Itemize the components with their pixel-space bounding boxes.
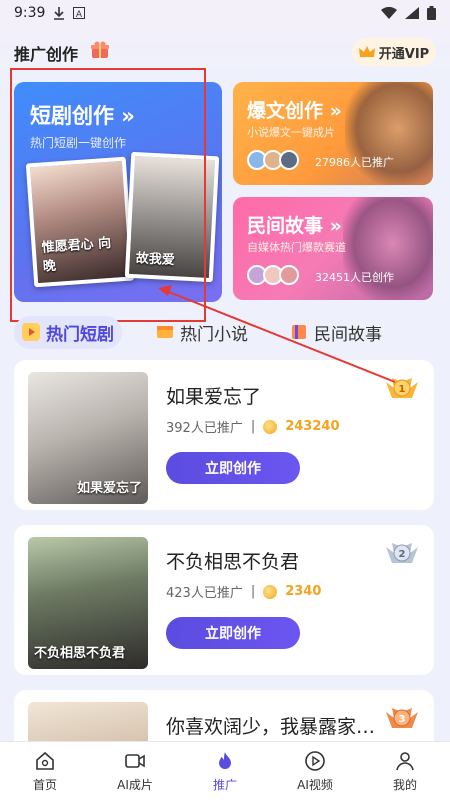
nav-promote[interactable]: 推广 (180, 742, 270, 800)
drama-cover-image: 如果爱忘了 (28, 372, 148, 504)
tab-folk-story[interactable]: 民间故事 (282, 316, 390, 349)
story-card-title: 民间故事 » (247, 215, 342, 237)
nav-mine[interactable]: 我的 (360, 742, 450, 800)
nav-home[interactable]: 首页 (0, 742, 90, 800)
tab-label: 热门小说 (180, 324, 248, 345)
coin-icon (263, 584, 278, 599)
item-title: 你喜欢阔少，我暴露家… (166, 716, 376, 738)
story-card-subtitle: 自媒体热门爆款赛道 (247, 241, 346, 254)
user-icon (396, 751, 414, 770)
gift-icon (91, 41, 109, 58)
nav-label: AI成片 (117, 777, 153, 792)
rank-number: 1 (399, 384, 406, 395)
drama-cover-image: 不负相思不负君 (28, 537, 148, 669)
nav-label: 首页 (32, 777, 57, 792)
avatar-group (247, 265, 299, 285)
coin-value: 243240 (285, 419, 340, 434)
drama-card-title: 短剧创作 » (30, 104, 135, 128)
poster-caption: 故我爱 (135, 251, 176, 269)
rank-1-badge-icon: 1 (386, 378, 418, 398)
nav-label: 我的 (392, 777, 417, 792)
video-icon (125, 753, 145, 768)
play-icon (22, 323, 40, 341)
scroll-icon (292, 325, 306, 339)
nav-label: 推广 (212, 777, 237, 792)
article-count: 27986人已推广 (315, 156, 394, 169)
tab-label: 民间故事 (314, 324, 382, 345)
open-vip-button[interactable]: 开通VIP (352, 38, 436, 66)
rank-3-badge-icon: 3 (386, 708, 418, 728)
header: 推广创作 开通VIP (0, 26, 450, 76)
story-create-card[interactable]: 民间故事 » 自媒体热门爆款赛道 32451人已创作 (233, 197, 433, 300)
wifi-icon (381, 7, 397, 19)
bottom-nav: 首页 AI成片 推广 AI视频 我的 (0, 741, 450, 800)
status-bar: 9:39 A (0, 0, 450, 26)
article-card-title: 爆文创作 » (247, 100, 342, 122)
avatar-group (247, 150, 299, 170)
battery-icon (427, 6, 436, 20)
list-item[interactable]: 不负相思不负君 不负相思不负君 423人已推广 | 2340 立即创作 2 (14, 525, 434, 675)
crown-icon (358, 46, 375, 57)
create-now-button[interactable]: 立即创作 (166, 617, 300, 649)
tab-label: 热门短剧 (46, 324, 114, 345)
avatar (279, 150, 299, 170)
tab-hot-drama[interactable]: 热门短剧 (14, 315, 122, 349)
rank-2-badge-icon: 2 (386, 543, 418, 563)
tab-hot-novel[interactable]: 热门小说 (148, 316, 256, 349)
article-create-card[interactable]: 爆文创作 » 小说爆文一键成片 27986人已推广 (233, 82, 433, 185)
promoted-count: 423人已推广 (166, 586, 243, 601)
rank-number: 2 (399, 549, 406, 560)
nav-ai-video[interactable]: AI视频 (270, 742, 360, 800)
cover-caption: 如果爱忘了 (76, 481, 142, 496)
item-meta: 392人已推广 | 243240 (166, 417, 340, 436)
download-icon (54, 7, 65, 20)
article-card-subtitle: 小说爆文一键成片 (247, 126, 335, 139)
item-meta: 423人已推广 | 2340 (166, 582, 321, 601)
play-circle-icon (305, 750, 325, 771)
rank-number: 3 (399, 714, 406, 725)
nav-ai-film[interactable]: AI成片 (90, 742, 180, 800)
list-item[interactable]: 如果爱忘了 如果爱忘了 392人已推广 | 243240 立即创作 1 (14, 360, 434, 510)
flame-icon (219, 751, 231, 769)
coin-value: 2340 (285, 584, 322, 599)
promoted-count: 392人已推广 (166, 421, 243, 436)
drama-card-subtitle: 热门短剧一键创作 (30, 136, 127, 150)
drama-poster-image: 惟愿君心 向晚 (25, 156, 135, 288)
book-icon (157, 326, 173, 338)
coin-icon (263, 419, 278, 434)
category-tabs: 热门短剧 热门小说 民间故事 (14, 315, 434, 349)
signal-icon (405, 7, 419, 19)
item-title: 不负相思不负君 (166, 551, 300, 573)
avatar (279, 265, 299, 285)
nav-label: AI视频 (297, 777, 333, 792)
divider: | (250, 419, 256, 434)
svg-text:A: A (76, 10, 83, 19)
app-a-icon: A (73, 7, 86, 19)
poster-caption: 惟愿君心 向晚 (41, 235, 112, 275)
page-title: 推广创作 (14, 45, 79, 64)
status-time: 9:39 (14, 5, 46, 21)
story-count: 32451人已创作 (315, 271, 394, 284)
divider: | (250, 584, 256, 599)
home-icon (36, 751, 54, 770)
item-title: 如果爱忘了 (166, 386, 262, 408)
cover-caption: 不负相思不负君 (34, 646, 126, 661)
drama-create-card[interactable]: 短剧创作 » 热门短剧一键创作 惟愿君心 向晚 故我爱 (14, 82, 222, 302)
create-now-button[interactable]: 立即创作 (166, 452, 300, 484)
drama-poster-image: 故我爱 (124, 151, 220, 283)
vip-label: 开通VIP (378, 46, 430, 62)
